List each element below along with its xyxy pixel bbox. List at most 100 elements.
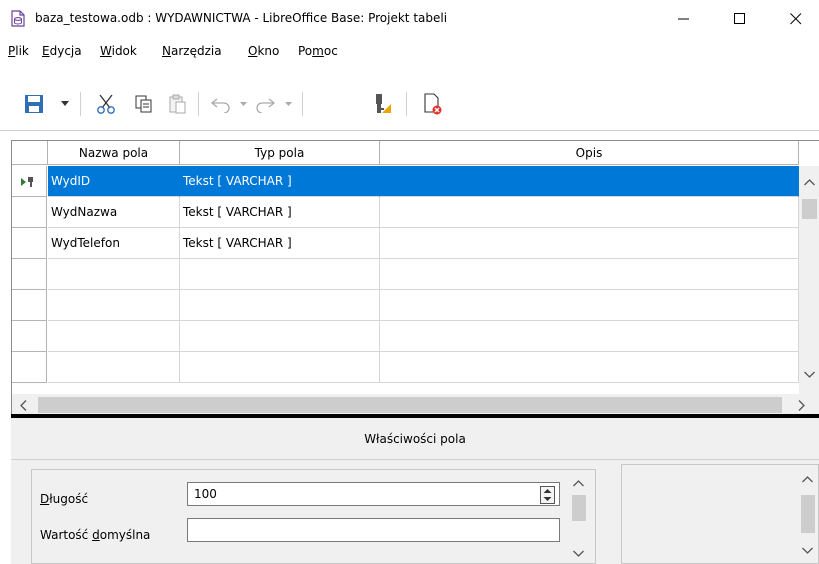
description-cell[interactable] xyxy=(380,228,799,259)
dropdown-arrow-icon xyxy=(239,101,247,106)
scroll-up-icon[interactable] xyxy=(573,480,584,487)
properties-vertical-scrollbar[interactable] xyxy=(569,470,589,563)
description-cell[interactable] xyxy=(380,352,799,383)
dropdown-arrow-icon xyxy=(61,101,69,106)
table-row[interactable]: WydID Tekst [ VARCHAR ] xyxy=(12,166,799,197)
field-name-cell[interactable] xyxy=(48,321,180,352)
horizontal-scroll-thumb[interactable] xyxy=(38,397,782,413)
close-button[interactable] xyxy=(773,0,819,38)
scroll-left-icon[interactable] xyxy=(20,400,27,411)
toolbar-separator xyxy=(80,92,81,116)
minimize-button[interactable] xyxy=(661,0,707,38)
field-properties-title: Właściwości pola xyxy=(364,432,466,446)
menu-plik[interactable]: Plik xyxy=(8,44,29,58)
description-cell[interactable] xyxy=(380,166,799,197)
description-cell[interactable] xyxy=(380,321,799,352)
length-spin-field[interactable]: 100 xyxy=(187,482,560,506)
save-dropdown-button[interactable] xyxy=(59,92,71,116)
table-row[interactable]: WydNazwa Tekst [ VARCHAR ] xyxy=(12,197,799,228)
cut-icon xyxy=(97,94,115,114)
row-header[interactable] xyxy=(12,228,47,259)
help-text-box xyxy=(621,464,819,564)
field-name-cell[interactable]: WydID xyxy=(48,166,180,197)
maximize-button[interactable] xyxy=(717,0,763,38)
table-row[interactable] xyxy=(12,259,799,290)
field-type-cell[interactable] xyxy=(180,352,380,383)
menu-pomoc[interactable]: Pomoc xyxy=(298,44,338,58)
undo-icon xyxy=(210,98,230,113)
vertical-scrollbar[interactable] xyxy=(799,166,819,394)
properties-box: Długość 100 Wartość domyślna xyxy=(31,469,596,564)
row-header[interactable] xyxy=(12,352,47,383)
properties-scroll-thumb[interactable] xyxy=(572,495,586,521)
current-row-primary-key-icon xyxy=(21,177,33,187)
default-value-label: Wartość domyślna xyxy=(40,528,151,542)
scroll-down-icon[interactable] xyxy=(804,371,815,378)
field-type-cell[interactable]: Tekst [ VARCHAR ] xyxy=(180,166,380,197)
description-cell[interactable] xyxy=(380,259,799,290)
field-type-cell[interactable]: Tekst [ VARCHAR ] xyxy=(180,228,380,259)
row-header[interactable] xyxy=(12,321,47,352)
menu-widok[interactable]: Widok xyxy=(100,44,137,58)
table-row[interactable]: WydTelefon Tekst [ VARCHAR ] xyxy=(12,228,799,259)
save-button[interactable] xyxy=(22,92,46,116)
field-name-cell[interactable] xyxy=(48,352,180,383)
paste-icon xyxy=(169,94,186,114)
toolbar-separator xyxy=(198,92,199,116)
field-name-cell[interactable] xyxy=(48,259,180,290)
row-header-corner xyxy=(12,141,48,165)
table-row[interactable] xyxy=(12,352,799,383)
menu-okno[interactable]: Okno xyxy=(248,44,279,58)
field-name-cell[interactable]: WydTelefon xyxy=(48,228,180,259)
menu-edycja[interactable]: Edycja xyxy=(42,44,82,58)
row-header[interactable] xyxy=(12,197,47,228)
description-cell[interactable] xyxy=(380,197,799,228)
help-vertical-scrollbar[interactable] xyxy=(798,465,818,563)
description-cell[interactable] xyxy=(380,290,799,321)
vertical-scroll-thumb[interactable] xyxy=(802,199,817,219)
field-type-cell[interactable] xyxy=(180,321,380,352)
maximize-icon xyxy=(734,13,745,24)
default-value-field[interactable] xyxy=(187,518,560,542)
primary-key-icon xyxy=(376,94,391,113)
row-header[interactable] xyxy=(12,166,47,197)
spin-down-icon[interactable] xyxy=(543,496,552,502)
table-row[interactable] xyxy=(12,290,799,321)
field-type-cell[interactable] xyxy=(180,259,380,290)
scroll-down-icon[interactable] xyxy=(573,550,584,557)
field-name-cell[interactable] xyxy=(48,290,180,321)
title-bar: baza_testowa.odb : WYDAWNICTWA - LibreOf… xyxy=(0,0,819,38)
redo-button[interactable] xyxy=(251,92,279,116)
scroll-right-icon[interactable] xyxy=(798,400,805,411)
window-title: baza_testowa.odb : WYDAWNICTWA - LibreOf… xyxy=(35,11,448,25)
redo-dropdown-button[interactable] xyxy=(282,92,294,116)
menu-narzedzia[interactable]: Narzędzia xyxy=(162,44,222,58)
undo-button[interactable] xyxy=(207,92,235,116)
cut-button[interactable] xyxy=(94,92,118,116)
undo-dropdown-button[interactable] xyxy=(237,92,249,116)
index-design-button[interactable] xyxy=(419,92,447,116)
menu-bar: Plik Edycja Widok Narzędzia Okno Pomoc xyxy=(0,38,819,62)
copy-button[interactable] xyxy=(132,92,156,116)
row-header[interactable] xyxy=(12,259,47,290)
column-header-field-name[interactable]: Nazwa pola xyxy=(48,141,180,165)
save-icon xyxy=(25,95,43,113)
scroll-up-icon[interactable] xyxy=(802,476,813,483)
field-type-cell[interactable]: Tekst [ VARCHAR ] xyxy=(180,197,380,228)
horizontal-scrollbar[interactable] xyxy=(12,394,819,416)
column-header-field-type[interactable]: Typ pola xyxy=(180,141,380,165)
column-header-description[interactable]: Opis xyxy=(380,141,799,165)
field-type-cell[interactable] xyxy=(180,290,380,321)
paste-button[interactable] xyxy=(166,92,190,116)
length-spin-buttons[interactable] xyxy=(540,486,555,504)
spin-up-icon[interactable] xyxy=(543,488,552,494)
scroll-up-icon[interactable] xyxy=(804,179,815,186)
scroll-down-icon[interactable] xyxy=(802,547,813,554)
length-value: 100 xyxy=(194,487,217,501)
row-header[interactable] xyxy=(12,290,47,321)
length-label: Długość xyxy=(40,492,89,506)
help-scroll-thumb[interactable] xyxy=(801,495,815,533)
primary-key-button[interactable] xyxy=(368,92,396,116)
table-row[interactable] xyxy=(12,321,799,352)
field-name-cell[interactable]: WydNazwa xyxy=(48,197,180,228)
